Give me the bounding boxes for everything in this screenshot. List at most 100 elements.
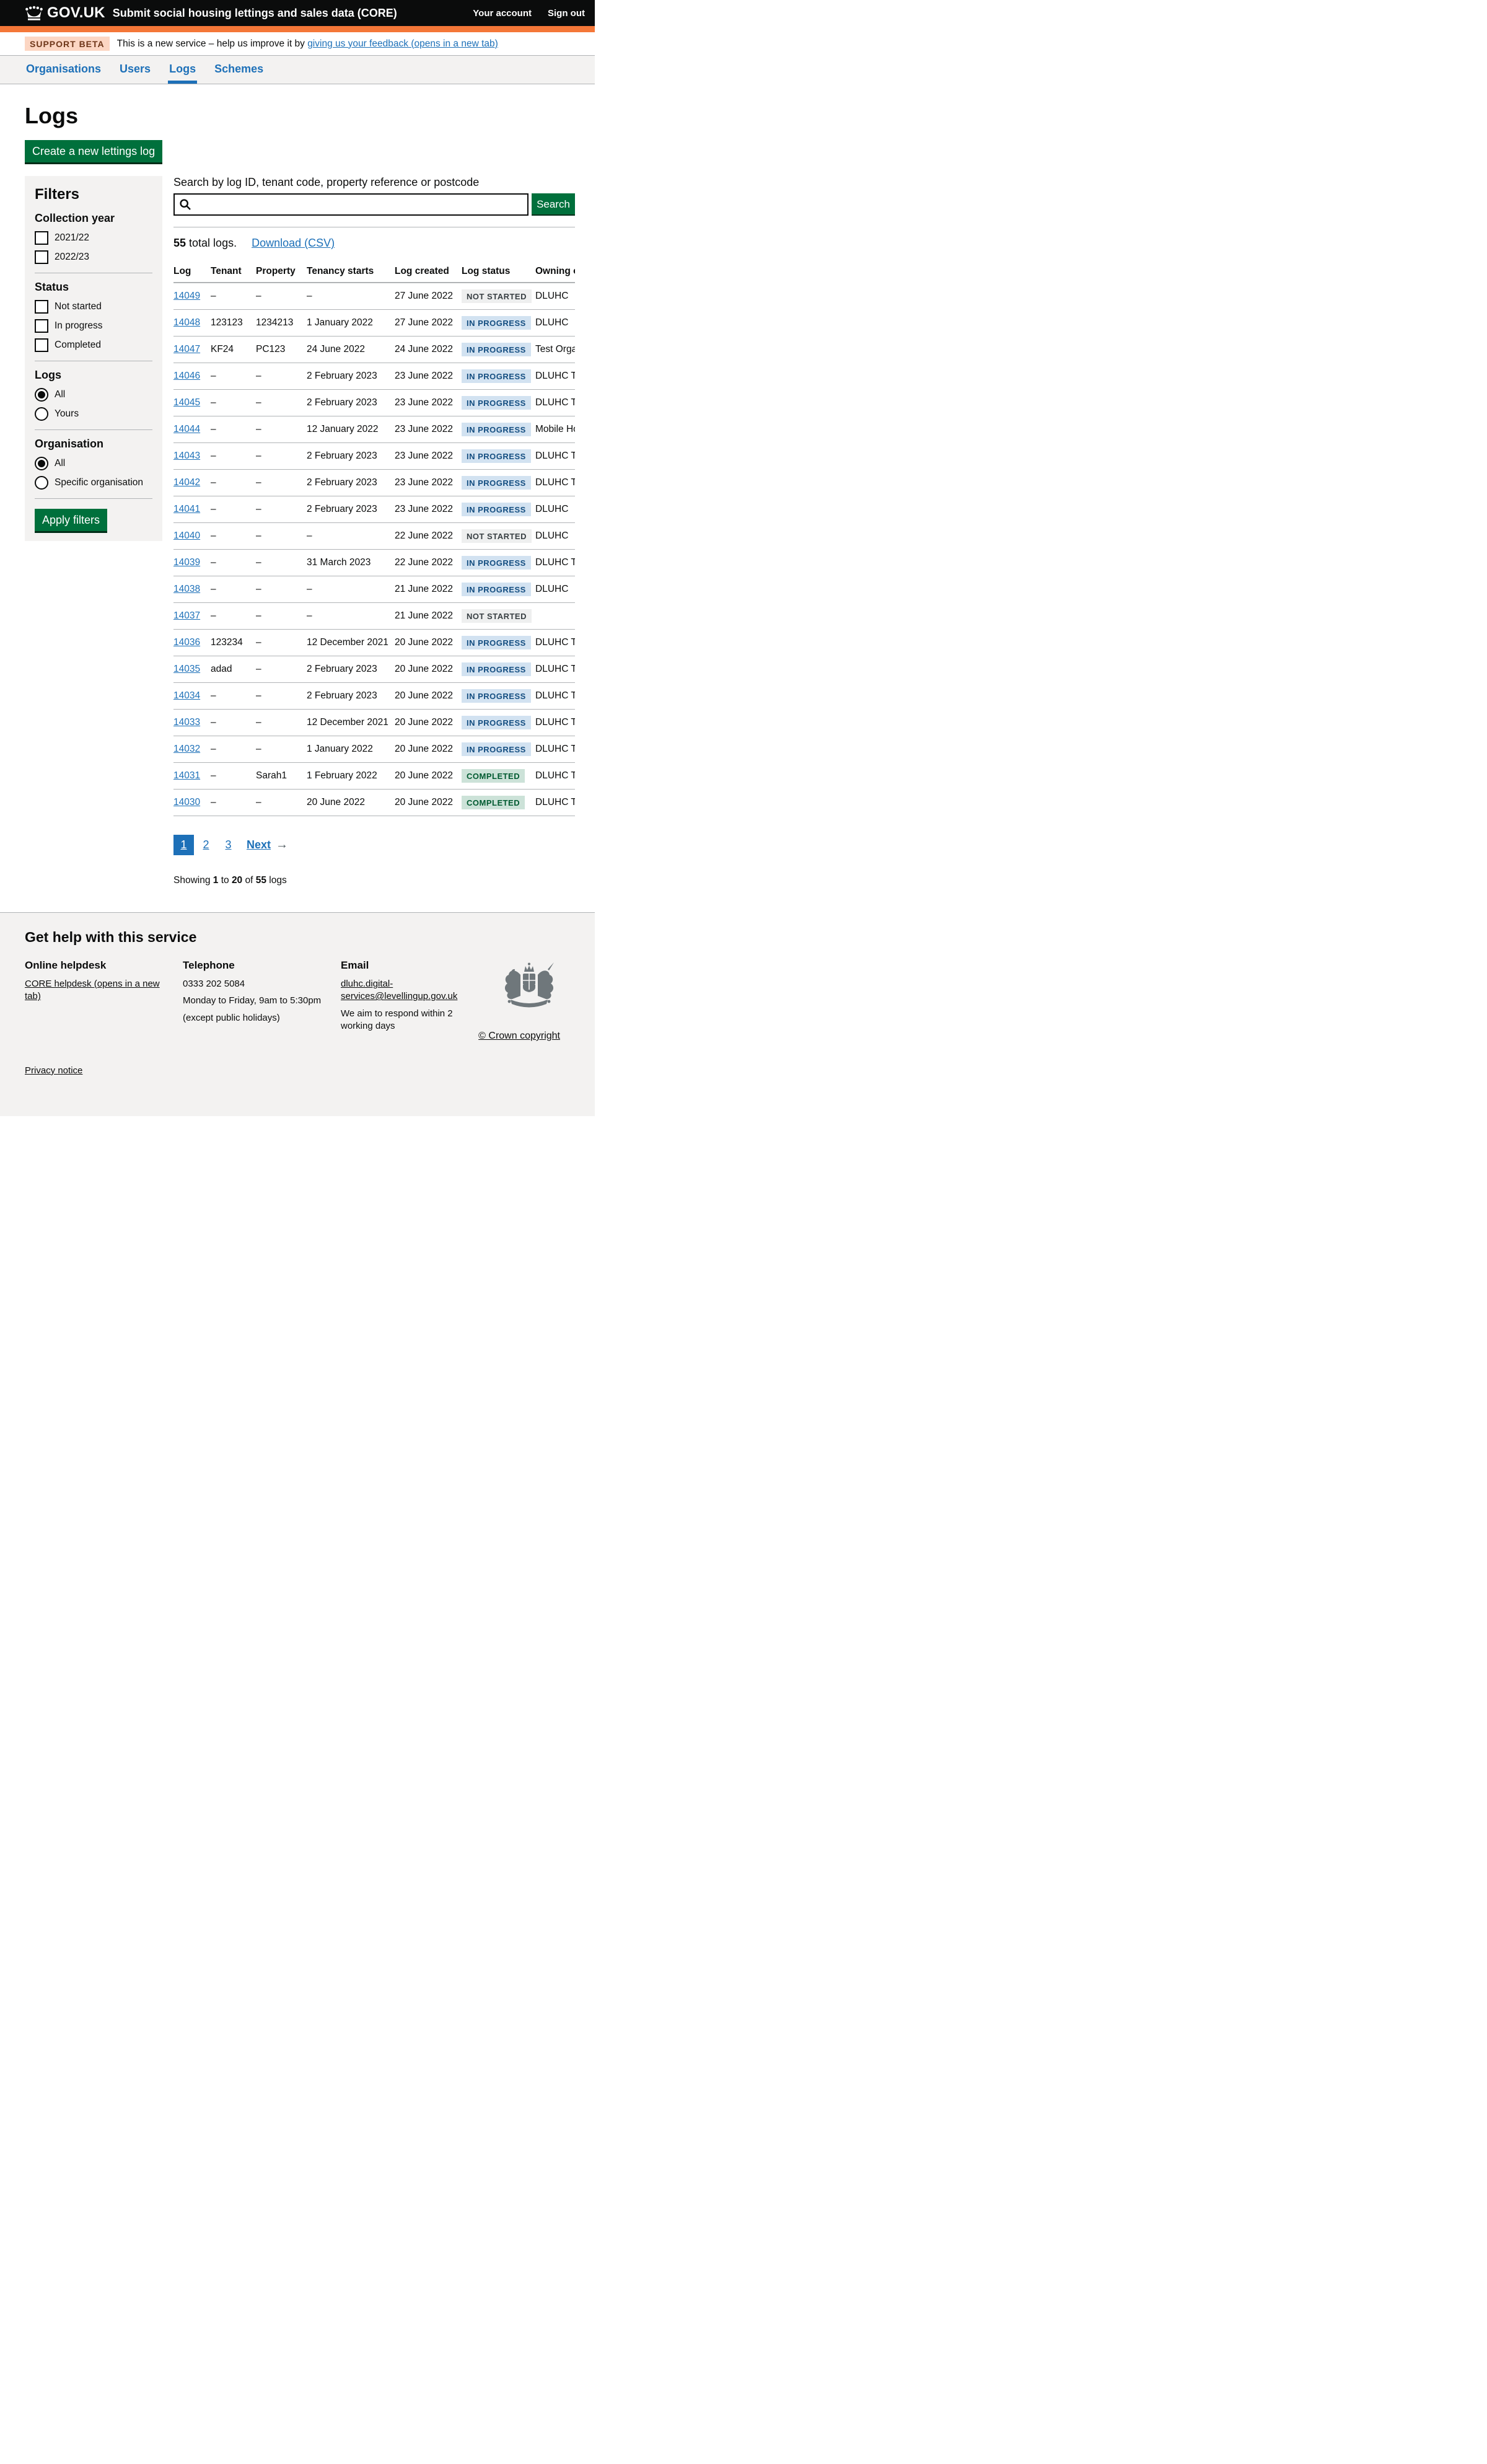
pagination-page-2[interactable]: 2 xyxy=(196,835,216,855)
radio-button[interactable] xyxy=(35,407,48,421)
cell-owning-organisation: DLUHC Test xyxy=(535,710,575,736)
log-link[interactable]: 14030 xyxy=(173,797,200,807)
radio-button[interactable] xyxy=(35,388,48,402)
search-button[interactable]: Search xyxy=(532,193,575,216)
log-link[interactable]: 14037 xyxy=(173,610,200,621)
filter-option-label: Not started xyxy=(55,301,102,312)
service-name[interactable]: Submit social housing lettings and sales… xyxy=(113,7,397,20)
status-badge: IN PROGRESS xyxy=(462,689,531,703)
filters-heading: Filters xyxy=(35,186,152,203)
nav-tab-schemes[interactable]: Schemes xyxy=(213,56,265,84)
search-input[interactable] xyxy=(173,193,529,216)
pagination-page-1[interactable]: 1 xyxy=(173,835,194,855)
logs-table: LogTenantPropertyTenancy startsLog creat… xyxy=(173,260,575,816)
radio-button[interactable] xyxy=(35,457,48,470)
cell-log: 14049 xyxy=(173,283,211,310)
filter-divider xyxy=(35,429,152,430)
cell-property: – xyxy=(256,683,307,710)
log-link[interactable]: 14033 xyxy=(173,717,200,728)
radio-button[interactable] xyxy=(35,476,48,490)
cell-tenant: – xyxy=(211,470,256,496)
govuk-logo[interactable]: GOV.UK xyxy=(25,4,105,22)
table-row: 14036123234–12 December 202120 June 2022… xyxy=(173,630,575,656)
create-lettings-log-button[interactable]: Create a new lettings log xyxy=(25,140,162,162)
log-link[interactable]: 14035 xyxy=(173,664,200,674)
log-link[interactable]: 14042 xyxy=(173,477,200,488)
filter-option-label: In progress xyxy=(55,320,103,332)
cell-log: 14038 xyxy=(173,576,211,603)
privacy-notice-link[interactable]: Privacy notice xyxy=(25,1065,82,1076)
filter-option-specific-organisation[interactable]: Specific organisation xyxy=(35,476,152,490)
pagination-page-3[interactable]: 3 xyxy=(218,835,239,855)
filter-option-all[interactable]: All xyxy=(35,388,152,402)
cell-log-status: COMPLETED xyxy=(462,763,535,790)
nav-tab-users[interactable]: Users xyxy=(118,56,152,84)
status-badge: COMPLETED xyxy=(462,796,525,809)
filter-option-2022-23[interactable]: 2022/23 xyxy=(35,250,152,264)
feedback-link[interactable]: giving us your feedback (opens in a new … xyxy=(307,38,498,49)
cell-log-created: 23 June 2022 xyxy=(395,363,462,390)
filter-option-label: Yours xyxy=(55,408,79,420)
royal-coat-of-arms-icon xyxy=(499,961,559,1018)
log-link[interactable]: 14031 xyxy=(173,770,200,781)
cell-property: – xyxy=(256,470,307,496)
cell-log: 14030 xyxy=(173,790,211,816)
cell-tenancy-starts: – xyxy=(307,283,395,310)
checkbox[interactable] xyxy=(35,250,48,264)
cell-log-status: NOT STARTED xyxy=(462,523,535,550)
table-row: 14031–Sarah11 February 202220 June 2022C… xyxy=(173,763,575,790)
cell-log-created: 20 June 2022 xyxy=(395,790,462,816)
table-row: 14045––2 February 202323 June 2022IN PRO… xyxy=(173,390,575,416)
checkbox[interactable] xyxy=(35,231,48,245)
log-link[interactable]: 14034 xyxy=(173,690,200,701)
pagination-next-link[interactable]: Next xyxy=(247,838,271,851)
checkbox[interactable] xyxy=(35,319,48,333)
footer-line: 0333 202 5084 xyxy=(183,978,328,990)
footer-column-title-telephone: Telephone xyxy=(183,959,328,972)
column-header-log-created: Log created xyxy=(395,260,462,283)
primary-nav: Organisations Users Logs Schemes xyxy=(0,56,595,84)
search-icon xyxy=(179,198,191,214)
nav-tab-logs[interactable]: Logs xyxy=(168,56,197,84)
crown-copyright-link[interactable]: © Crown copyright xyxy=(478,1031,560,1042)
log-link[interactable]: 14049 xyxy=(173,291,200,301)
nav-tab-organisations[interactable]: Organisations xyxy=(25,56,102,84)
footer-link-online-helpdesk[interactable]: CORE helpdesk (opens in a new tab) xyxy=(25,979,160,1001)
filter-option-all[interactable]: All xyxy=(35,457,152,470)
checkbox[interactable] xyxy=(35,338,48,352)
footer-link-email[interactable]: dluhc.digital-services@levellingup.gov.u… xyxy=(341,979,457,1001)
filter-option-yours[interactable]: Yours xyxy=(35,407,152,421)
checkbox[interactable] xyxy=(35,300,48,314)
log-link[interactable]: 14038 xyxy=(173,584,200,594)
cell-tenancy-starts: 2 February 2023 xyxy=(307,496,395,523)
cell-tenant: – xyxy=(211,523,256,550)
apply-filters-button[interactable]: Apply filters xyxy=(35,509,107,531)
table-row: 14040–––22 June 2022NOT STARTEDDLUHC xyxy=(173,523,575,550)
cell-log-status: IN PROGRESS xyxy=(462,416,535,443)
log-link[interactable]: 14040 xyxy=(173,530,200,541)
cell-property: – xyxy=(256,363,307,390)
log-link[interactable]: 14047 xyxy=(173,344,200,354)
log-link[interactable]: 14041 xyxy=(173,504,200,514)
download-csv-link[interactable]: Download (CSV) xyxy=(252,237,335,249)
log-link[interactable]: 14044 xyxy=(173,424,200,434)
cell-log-created: 23 June 2022 xyxy=(395,443,462,470)
header-link-sign-out[interactable]: Sign out xyxy=(548,8,585,19)
filter-option-2021-22[interactable]: 2021/22 xyxy=(35,231,152,245)
log-link[interactable]: 14043 xyxy=(173,451,200,461)
header-link-your-account[interactable]: Your account xyxy=(473,8,532,19)
log-link[interactable]: 14048 xyxy=(173,317,200,328)
status-badge: IN PROGRESS xyxy=(462,396,531,410)
log-link[interactable]: 14046 xyxy=(173,371,200,381)
filter-option-in-progress[interactable]: In progress xyxy=(35,319,152,333)
log-link[interactable]: 14045 xyxy=(173,397,200,408)
filter-option-not-started[interactable]: Not started xyxy=(35,300,152,314)
log-link[interactable]: 14032 xyxy=(173,744,200,754)
log-link[interactable]: 14036 xyxy=(173,637,200,648)
cell-tenant: – xyxy=(211,683,256,710)
log-link[interactable]: 14039 xyxy=(173,557,200,568)
filter-option-completed[interactable]: Completed xyxy=(35,338,152,352)
pagination: 123Next→ xyxy=(173,835,575,855)
cell-owning-organisation: DLUHC xyxy=(535,576,575,603)
status-badge: IN PROGRESS xyxy=(462,503,531,516)
